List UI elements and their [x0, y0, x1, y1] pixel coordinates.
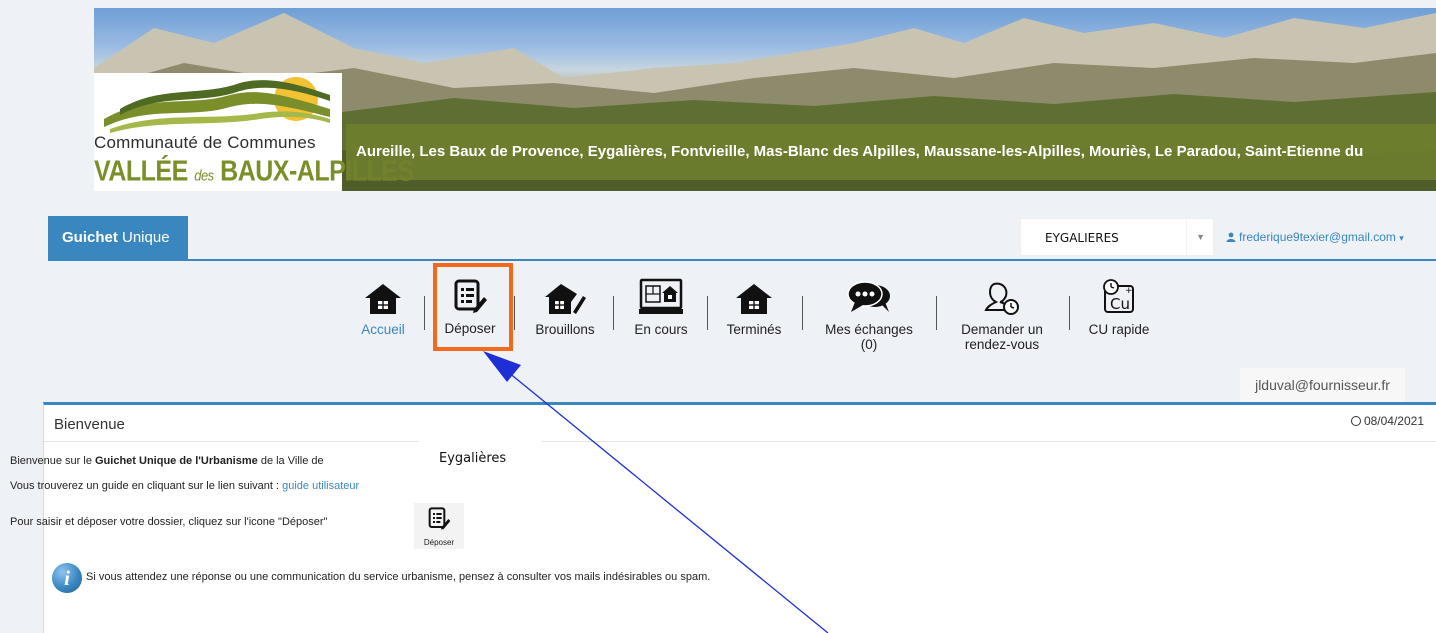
logo-hills-graphic — [104, 77, 330, 133]
caret-down-icon: ▼ — [1196, 232, 1205, 242]
toolbar-demander-rdv[interactable]: Demander un rendez-vous — [950, 280, 1054, 352]
person-clock-icon — [984, 282, 1019, 315]
toolbar-brouillons[interactable]: Brouillons — [530, 282, 600, 337]
deposer-highlight-box — [433, 263, 513, 351]
toolbar-label: Mes échanges (0) — [816, 322, 922, 352]
caret-down-icon: ▾ — [1399, 233, 1404, 243]
toolbar-cu-rapide[interactable]: + Cu CU rapide — [1083, 278, 1155, 337]
welcome-line-4: Si vous attendez une réponse ou une comm… — [86, 571, 711, 583]
logo-text-line2: VALLÉE des BAUX-ALPILLES — [94, 155, 414, 188]
svg-text:Cu: Cu — [1110, 295, 1130, 313]
nav-underline — [48, 259, 1436, 261]
toolbar-divider — [514, 296, 515, 330]
toolbar-mes-echanges[interactable]: Mes échanges (0) — [816, 280, 922, 352]
toolbar-label: Demander un rendez-vous — [950, 322, 1054, 352]
info-icon: i — [52, 563, 82, 593]
toolbar-divider — [802, 296, 803, 330]
commune-select-value: EYGALIERES — [1045, 231, 1119, 245]
select-separator — [1186, 219, 1187, 257]
panel-date: 08/04/2021 — [1350, 414, 1424, 428]
welcome-line-3: Pour saisir et déposer votre dossier, cl… — [10, 516, 328, 528]
user-email: frederique9texier@gmail.com — [1239, 230, 1396, 244]
toolbar-termines[interactable]: Terminés — [721, 282, 787, 337]
house-pencil-icon — [545, 284, 586, 314]
toolbar-label-line2: rendez-vous — [964, 337, 1040, 352]
chat-bubbles-icon — [847, 281, 890, 312]
toolbar-divider — [613, 296, 614, 330]
panel-date-value: 08/04/2021 — [1363, 414, 1424, 428]
page: Communauté de Communes VALLÉE des BAUX-A… — [0, 0, 1436, 633]
toolbar-divider — [707, 296, 708, 330]
clock-icon — [1350, 416, 1361, 426]
file-edit-icon — [428, 507, 451, 530]
home-icon — [365, 284, 401, 314]
mini-deposer-label: Déposer — [423, 538, 455, 547]
toolbar-label: CU rapide — [1088, 322, 1150, 337]
mini-deposer-icon-button[interactable]: Déposer — [414, 503, 464, 549]
brand-rest: Unique — [117, 229, 170, 246]
line1-pre: Bienvenue sur le — [10, 455, 95, 467]
panel-header: Bienvenue 08/04/2021 — [44, 405, 1436, 442]
logo-des: des — [194, 166, 214, 184]
towns-list: Aureille, Les Baux de Provence, Eygalièr… — [346, 124, 1436, 180]
toolbar-en-cours[interactable]: En cours — [628, 278, 694, 337]
plan-monitor-icon — [639, 278, 683, 314]
panel-title: Bienvenue — [54, 416, 125, 433]
email-tag: jlduval@fournisseur.fr — [1240, 368, 1405, 402]
toolbar-label: Accueil — [361, 322, 405, 337]
brand-tab[interactable]: Guichet Unique — [48, 216, 188, 260]
cu-clock-icon: + Cu — [1103, 279, 1134, 313]
line1-post: de la Ville de — [257, 455, 324, 467]
toolbar-label: Brouillons — [535, 322, 595, 337]
guide-utilisateur-link[interactable]: guide utilisateur — [282, 480, 359, 492]
logo-vallee: VALLÉE — [94, 155, 188, 188]
commune-select[interactable]: EYGALIERES ▼ — [1020, 218, 1214, 257]
toolbar-label: Terminés — [726, 322, 782, 337]
header-banner: Communauté de Communes VALLÉE des BAUX-A… — [94, 8, 1436, 191]
line1-bold: Guichet Unique de l'Urbanisme — [95, 455, 258, 467]
user-icon — [1226, 232, 1236, 242]
line2-pre: Vous trouverez un guide en cliquant sur … — [10, 480, 283, 492]
logo: Communauté de Communes VALLÉE des BAUX-A… — [94, 73, 414, 191]
toolbar-accueil[interactable]: Accueil — [357, 282, 409, 337]
toolbar-label: En cours — [634, 322, 688, 337]
welcome-line-1: Bienvenue sur le Guichet Unique de l'Urb… — [10, 455, 324, 467]
toolbar-label-line2: (0) — [860, 337, 878, 352]
home-icon — [736, 284, 772, 314]
user-menu[interactable]: frederique9texier@gmail.com ▾ — [1226, 230, 1404, 244]
ville-label: Eygalières — [419, 436, 542, 470]
toolbar-divider — [1069, 296, 1070, 330]
logo-text-line1: Communauté de Communes — [94, 133, 316, 152]
toolbar-divider — [424, 296, 425, 330]
toolbar-label-line1: Demander un — [961, 322, 1043, 337]
brand-bold: Guichet — [62, 229, 118, 246]
toolbar-label-line1: Mes échanges — [825, 322, 913, 337]
toolbar-divider — [936, 296, 937, 330]
welcome-line-2: Vous trouverez un guide en cliquant sur … — [10, 480, 359, 492]
